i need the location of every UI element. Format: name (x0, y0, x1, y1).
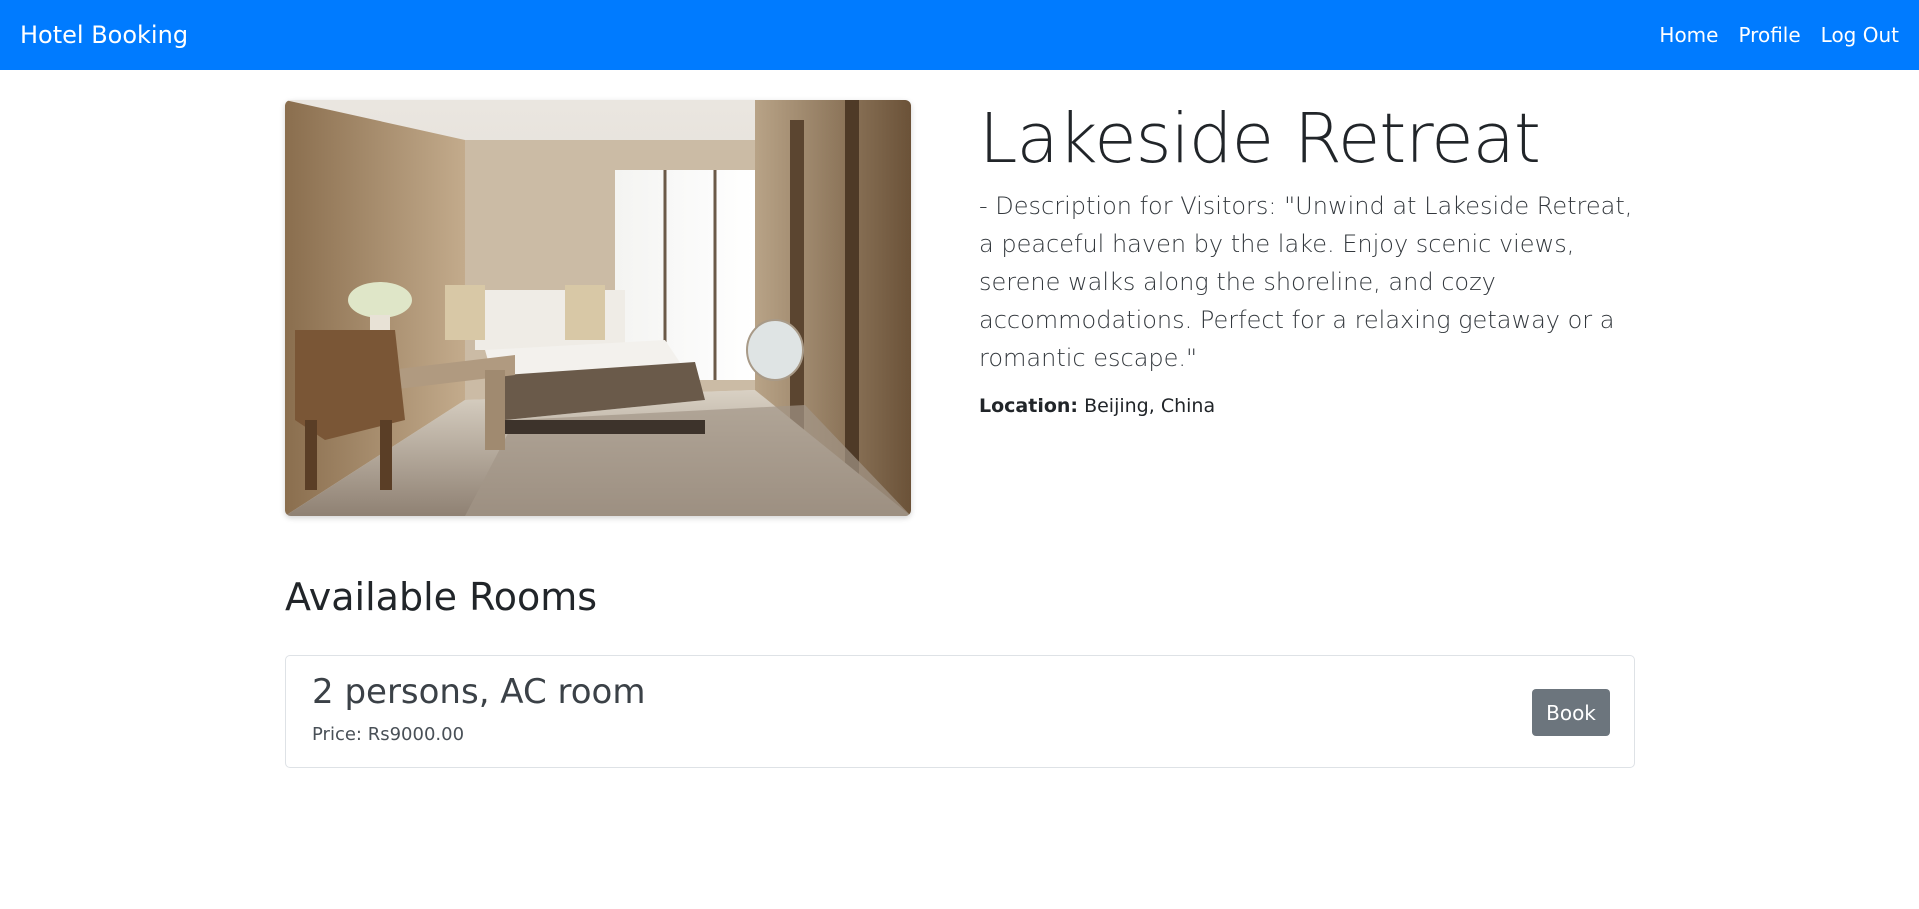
hotel-location: Location: Beijing, China (979, 395, 1639, 417)
hotel-name: Lakeside Retreat (979, 99, 1541, 179)
book-button[interactable]: Book (1532, 689, 1610, 736)
room-price: Price: Rs9000.00 (312, 724, 465, 745)
nav-home-link[interactable]: Home (1649, 23, 1728, 47)
top-navbar: Hotel Booking Home Profile Log Out (0, 0, 1919, 70)
available-rooms-heading: Available Rooms (285, 575, 598, 619)
location-value: Beijing, China (1084, 395, 1216, 418)
hotel-room-photo (285, 100, 911, 516)
nav-logout-link[interactable]: Log Out (1811, 23, 1899, 47)
brand-link[interactable]: Hotel Booking (20, 21, 188, 49)
location-label: Location: (979, 395, 1079, 418)
room-card: 2 persons, AC room Price: Rs9000.00 Book (285, 655, 1635, 768)
nav-profile-link[interactable]: Profile (1728, 23, 1810, 47)
nav-links: Home Profile Log Out (1649, 23, 1899, 47)
hotel-info: Lakeside Retreat - Description for Visit… (979, 99, 1639, 417)
hotel-description: - Description for Visitors: "Unwind at L… (979, 192, 1633, 373)
room-title: 2 persons, AC room (312, 672, 646, 712)
